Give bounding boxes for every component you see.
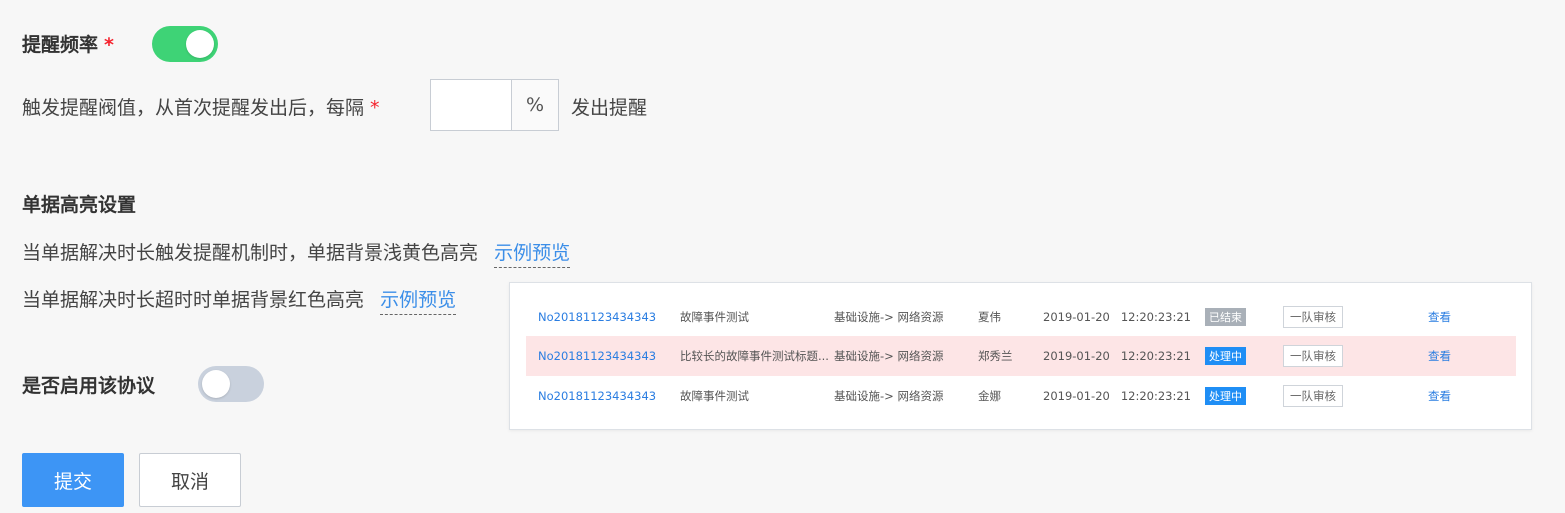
view-link[interactable]: 查看 [1428, 309, 1451, 325]
threshold-input[interactable] [431, 80, 517, 128]
stage-tag: 一队审核 [1283, 385, 1343, 407]
ticket-time: 12:20:23:21 [1120, 349, 1191, 363]
ticket-category: 基础设施-> 网络资源 [834, 310, 944, 324]
view-link[interactable]: 查看 [1428, 348, 1451, 364]
protocol-enable-label: 是否启用该协议 [22, 375, 156, 397]
threshold-row: 触发提醒阀值，从首次提醒发出后，每隔 * [22, 93, 380, 120]
yellow-highlight-text: 当单据解决时长触发提醒机制时，单据背景浅黄色高亮 [22, 242, 479, 264]
yellow-highlight-row: 当单据解决时长触发提醒机制时，单据背景浅黄色高亮 示例预览 [22, 238, 571, 268]
ticket-title: 比较长的故障事件测试标题... [680, 349, 829, 363]
ticket-user: 郑秀兰 [978, 349, 1013, 363]
ticket-title: 故障事件测试 [680, 389, 749, 403]
ticket-datetime: 2019-01-20 12:20:23:21 [1043, 349, 1191, 363]
ticket-id-link[interactable]: No20181123434343 [538, 310, 656, 324]
required-mark: * [370, 97, 380, 119]
status-badge: 已结束 [1205, 308, 1246, 326]
ticket-date: 2019-01-20 [1043, 349, 1110, 363]
frequency-label: 提醒频率 * [22, 30, 114, 57]
frequency-toggle[interactable] [152, 26, 218, 62]
ticket-id-link[interactable]: No20181123434343 [538, 389, 656, 403]
red-preview-link[interactable]: 示例预览 [380, 289, 457, 315]
ticket-title: 故障事件测试 [680, 310, 749, 324]
threshold-prefix: 触发提醒阀值，从首次提醒发出后，每隔 [22, 97, 365, 119]
submit-button[interactable]: 提交 [22, 453, 124, 507]
threshold-suffix: 发出提醒 [571, 97, 648, 119]
red-highlight-row: 当单据解决时长超时时单据背景红色高亮 示例预览 [22, 285, 457, 315]
table-row: No20181123434343 故障事件测试 基础设施-> 网络资源 夏伟 2… [526, 297, 1516, 337]
ticket-category: 基础设施-> 网络资源 [834, 389, 944, 403]
view-link[interactable]: 查看 [1428, 388, 1451, 404]
ticket-datetime: 2019-01-20 12:20:23:21 [1043, 389, 1191, 403]
status-badge: 处理中 [1205, 347, 1246, 365]
ticket-time: 12:20:23:21 [1120, 310, 1191, 324]
status-badge: 处理中 [1205, 387, 1246, 405]
percent-addon: % [511, 79, 559, 131]
ticket-id-link[interactable]: No20181123434343 [538, 349, 656, 363]
ticket-category: 基础设施-> 网络资源 [834, 349, 944, 363]
stage-tag: 一队审核 [1283, 306, 1343, 328]
red-highlight-text: 当单据解决时长超时时单据背景红色高亮 [22, 289, 365, 311]
ticket-datetime: 2019-01-20 12:20:23:21 [1043, 310, 1191, 324]
table-row: No20181123434343 比较长的故障事件测试标题... 基础设施-> … [526, 336, 1516, 376]
stage-tag: 一队审核 [1283, 345, 1343, 367]
ticket-date: 2019-01-20 [1043, 389, 1110, 403]
threshold-input-wrapper [430, 79, 517, 131]
highlight-section-title: 单据高亮设置 [22, 194, 137, 216]
cancel-button[interactable]: 取消 [139, 453, 241, 507]
preview-popover: No20181123434343 故障事件测试 基础设施-> 网络资源 夏伟 2… [509, 282, 1532, 430]
toggle-knob [186, 30, 214, 58]
ticket-user: 金娜 [978, 389, 1001, 403]
toggle-knob [202, 370, 230, 398]
frequency-label-text: 提醒频率 [22, 34, 99, 56]
yellow-preview-link[interactable]: 示例预览 [494, 242, 571, 268]
table-row: No20181123434343 故障事件测试 基础设施-> 网络资源 金娜 2… [526, 376, 1516, 416]
required-mark: * [104, 34, 114, 56]
protocol-toggle[interactable] [198, 366, 264, 402]
threshold-input-group: % [430, 79, 559, 131]
ticket-date: 2019-01-20 [1043, 310, 1110, 324]
ticket-time: 12:20:23:21 [1120, 389, 1191, 403]
ticket-user: 夏伟 [978, 310, 1001, 324]
